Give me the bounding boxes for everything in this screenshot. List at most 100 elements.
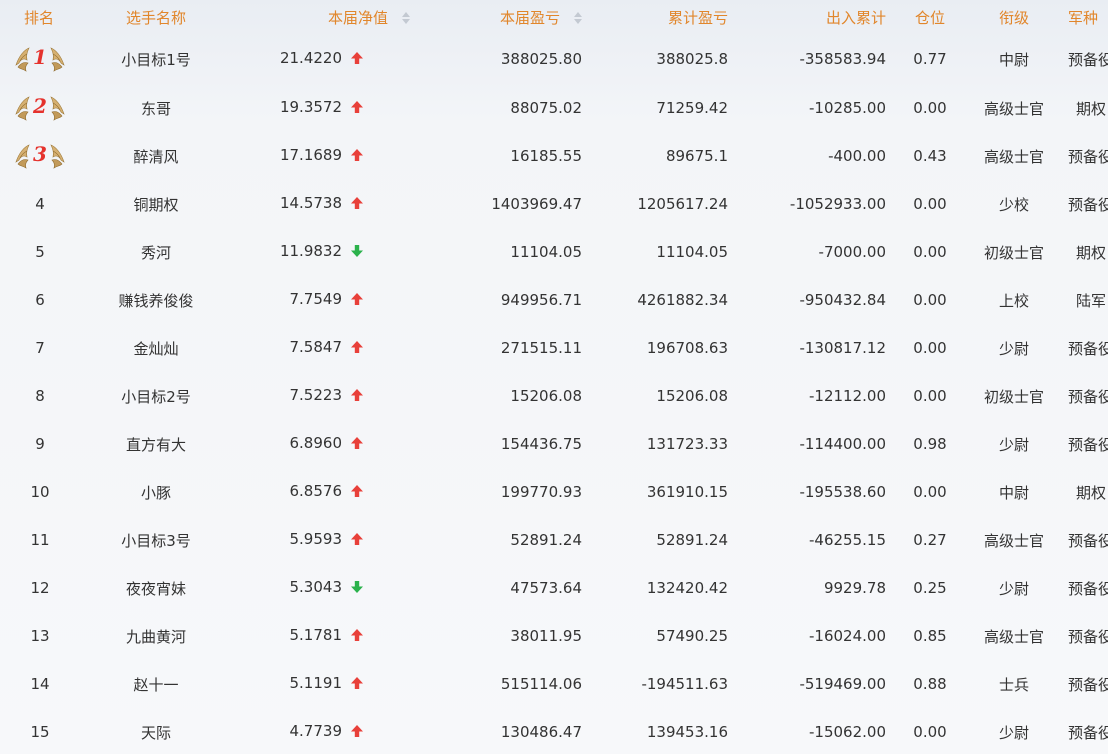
branch-cell: 期权: [1075, 483, 1106, 502]
medal-icon: 3: [13, 141, 67, 171]
flow-cell: -10285.00: [809, 99, 886, 117]
table-row[interactable]: 1 小目标1号 21.4220 388025.80 388025.8 -358583.94…: [0, 34, 1108, 84]
col-header-name: 选手名称: [125, 8, 186, 27]
rank-cell: 7: [0, 324, 80, 372]
position-cell: 0.00: [913, 243, 947, 261]
table-row[interactable]: 15 天际 4.7739 130486.47 139453.16 -15062.00 0.0…: [0, 708, 1108, 754]
cum-pnl-cell: 4261882.34: [637, 291, 728, 309]
rank-cell: 14: [0, 660, 80, 708]
grade-cell: 士兵: [998, 675, 1029, 694]
up-arrow-icon: [348, 196, 364, 214]
table-row[interactable]: 12 夜夜宵妹 5.3043 47573.64 132420.42 9929.78 0.25…: [0, 564, 1108, 612]
rank-number: 4: [35, 195, 45, 213]
pnl-cell: 1403969.47: [491, 195, 582, 213]
position-cell: 0.88: [913, 675, 947, 693]
col-header-nav-label: 本届净值: [327, 8, 388, 27]
cum-pnl-cell: 57490.25: [656, 627, 728, 645]
nav-value: 21.4220: [279, 49, 342, 67]
branch-cell: 预备役: [1068, 147, 1108, 166]
player-name[interactable]: 九曲黄河: [80, 612, 232, 660]
table-row[interactable]: 11 小目标3号 5.9593 52891.24 52891.24 -46255.15 0.…: [0, 516, 1108, 564]
table-row[interactable]: 6 赚钱养俊俊 7.7549 949956.71 4261882.34 -950432.8…: [0, 276, 1108, 324]
flow-cell: 9929.78: [823, 579, 886, 597]
player-name[interactable]: 小豚: [80, 468, 232, 516]
rank-number: 3: [33, 142, 47, 166]
player-name[interactable]: 铜期权: [80, 180, 232, 228]
branch-cell: 陆军: [1075, 291, 1106, 310]
table-row[interactable]: 7 金灿灿 7.5847 271515.11 196708.63 -130817.12 0.…: [0, 324, 1108, 372]
player-name[interactable]: 赚钱养俊俊: [80, 276, 232, 324]
nav-cell: 5.1781: [232, 612, 448, 660]
branch-cell: 预备役: [1068, 195, 1108, 214]
pnl-cell: 16185.55: [510, 147, 582, 165]
col-header-pnl[interactable]: 本届盈亏: [448, 0, 596, 34]
table-row[interactable]: 2 东哥 19.3572 88075.02 71259.42 -10285.00 0.00 高…: [0, 84, 1108, 132]
flow-cell: -1052933.00: [789, 195, 886, 213]
flow-cell: -130817.12: [799, 339, 886, 357]
rank-number: 11: [30, 531, 50, 549]
table-row[interactable]: 9 直方有大 6.8960 154436.75 131723.33 -114400.00 0…: [0, 420, 1108, 468]
cum-pnl-cell: 132420.42: [646, 579, 728, 597]
branch-cell: 期权: [1075, 243, 1106, 262]
player-name[interactable]: 东哥: [80, 84, 232, 132]
nav-cell: 7.7549: [232, 276, 448, 324]
up-arrow-icon: [348, 340, 364, 358]
rank-cell: 3: [0, 132, 80, 180]
table-row[interactable]: 8 小目标2号 7.5223 15206.08 15206.08 -12112.00 0.0…: [0, 372, 1108, 420]
sort-icon[interactable]: [574, 11, 582, 24]
cum-pnl-cell: 52891.24: [656, 531, 728, 549]
player-name[interactable]: 天际: [80, 708, 232, 754]
up-arrow-icon: [348, 436, 364, 454]
rank-cell: 11: [0, 516, 80, 564]
grade-cell: 高级士官: [983, 147, 1044, 166]
nav-cell: 7.5847: [232, 324, 448, 372]
table-row[interactable]: 10 小豚 6.8576 199770.93 361910.15 -195538.60 0.…: [0, 468, 1108, 516]
col-header-nav[interactable]: 本届净值: [232, 0, 448, 34]
player-name[interactable]: 夜夜宵妹: [80, 564, 232, 612]
col-header-rank: 排名: [24, 8, 55, 27]
cum-pnl-cell: 131723.33: [646, 435, 728, 453]
up-arrow-icon: [348, 51, 364, 69]
table-row[interactable]: 5 秀河 11.9832 11104.05 11104.05 -7000.00 0.00 初级…: [0, 228, 1108, 276]
table-row[interactable]: 13 九曲黄河 5.1781 38011.95 57490.25 -16024.00 0.8…: [0, 612, 1108, 660]
position-cell: 0.00: [913, 387, 947, 405]
branch-cell: 预备役: [1068, 579, 1108, 598]
cum-pnl-cell: 388025.8: [656, 50, 728, 68]
player-name[interactable]: 秀河: [80, 228, 232, 276]
flow-cell: -950432.84: [799, 291, 886, 309]
flow-cell: -16024.00: [809, 627, 886, 645]
col-header-cum-pnl: 累计盈亏: [667, 8, 728, 27]
grade-cell: 少尉: [998, 339, 1029, 358]
rank-cell: 9: [0, 420, 80, 468]
rank-cell: 8: [0, 372, 80, 420]
rank-number: 8: [35, 387, 45, 405]
nav-cell: 14.5738: [232, 180, 448, 228]
pnl-cell: 11104.05: [510, 243, 582, 261]
flow-cell: -400.00: [828, 147, 886, 165]
nav-value: 11.9832: [279, 242, 342, 260]
up-arrow-icon: [348, 724, 364, 742]
cum-pnl-cell: 71259.42: [656, 99, 728, 117]
position-cell: 0.00: [913, 195, 947, 213]
table-row[interactable]: 4 铜期权 14.5738 1403969.47 1205617.24 -1052933.…: [0, 180, 1108, 228]
player-name[interactable]: 醉清风: [80, 132, 232, 180]
player-name[interactable]: 金灿灿: [80, 324, 232, 372]
sort-icon[interactable]: [402, 11, 410, 24]
rank-number: 13: [30, 627, 50, 645]
ranking-table: 排名 选手名称 本届净值 本届盈亏 累计盈亏 出入累计 仓位 衔级 军种 1 小目…: [0, 0, 1108, 754]
table-row[interactable]: 14 赵十一 5.1191 515114.06 -194511.63 -519469.00…: [0, 660, 1108, 708]
player-name[interactable]: 小目标3号: [80, 516, 232, 564]
position-cell: 0.00: [913, 291, 947, 309]
grade-cell: 高级士官: [983, 627, 1044, 646]
pnl-cell: 949956.71: [500, 291, 582, 309]
rank-number: 9: [35, 435, 45, 453]
player-name[interactable]: 赵十一: [80, 660, 232, 708]
cum-pnl-cell: 196708.63: [646, 339, 728, 357]
col-header-grade: 衔级: [998, 8, 1029, 27]
player-name[interactable]: 小目标1号: [80, 34, 232, 84]
player-name[interactable]: 直方有大: [80, 420, 232, 468]
grade-cell: 中尉: [998, 50, 1029, 69]
table-row[interactable]: 3 醉清风 17.1689 16185.55 89675.1 -400.00 0.43 高级士…: [0, 132, 1108, 180]
player-name[interactable]: 小目标2号: [80, 372, 232, 420]
nav-cell: 19.3572: [232, 84, 448, 132]
